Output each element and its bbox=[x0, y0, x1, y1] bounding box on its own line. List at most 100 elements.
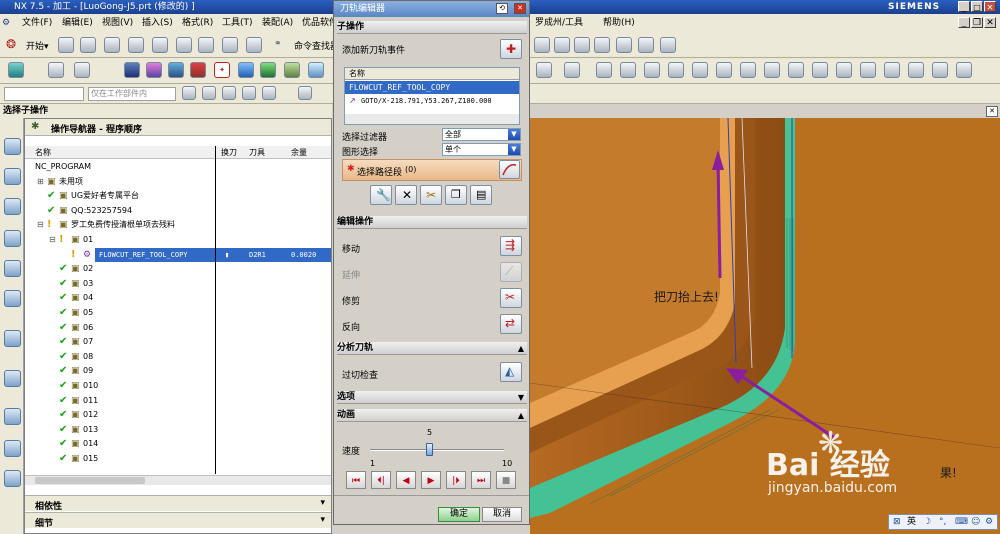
iso-view-icon[interactable] bbox=[788, 62, 804, 78]
play-backward-button[interactable]: ◀ bbox=[396, 471, 416, 489]
snap-point-icon[interactable] bbox=[202, 86, 216, 100]
menu-file[interactable]: 文件(F) bbox=[22, 14, 52, 32]
tree-row[interactable]: ✔ ▣ 04 bbox=[25, 291, 331, 306]
event-list-scrollbar[interactable] bbox=[345, 114, 519, 124]
tree-row[interactable]: ✔ ▣ 014 bbox=[25, 437, 331, 452]
menu-luo-tools[interactable]: 罗成州/工具 bbox=[535, 14, 583, 32]
layer-icon[interactable] bbox=[836, 62, 852, 78]
chevron-down-icon[interactable]: ▼ bbox=[508, 129, 520, 140]
assembly-navigator-icon[interactable] bbox=[4, 138, 21, 155]
ime-logo-icon[interactable]: ⊠ bbox=[893, 515, 901, 529]
tree-row[interactable]: ✔ ▣ 011 bbox=[25, 394, 331, 409]
tree-row[interactable]: ✔ ▣ 015 bbox=[25, 452, 331, 467]
show-hide-icon[interactable] bbox=[860, 62, 876, 78]
ime-settings-icon[interactable]: ⚙ bbox=[985, 515, 993, 529]
cut-icon[interactable] bbox=[152, 37, 168, 53]
menu-insert[interactable]: 插入(S) bbox=[142, 14, 173, 32]
expand-toggle-icon[interactable]: ⊟ bbox=[37, 218, 44, 233]
speed-slider[interactable] bbox=[370, 443, 504, 457]
new-file-icon[interactable] bbox=[58, 37, 74, 53]
tool-view-icon[interactable] bbox=[168, 62, 184, 78]
menu-view[interactable]: 视图(V) bbox=[102, 14, 133, 32]
top-view-icon[interactable] bbox=[716, 62, 732, 78]
tree-row[interactable]: ✔ ▣ 013 bbox=[25, 423, 331, 438]
tree-row[interactable]: ✔ ▣ 010 bbox=[25, 379, 331, 394]
event-list-item-goto[interactable]: GOTO/X-218.791,Y53.267,Z100.000 bbox=[345, 95, 519, 108]
first-frame-button[interactable]: ⏮ bbox=[346, 471, 366, 489]
chevron-down-icon[interactable]: ▾ bbox=[320, 498, 325, 508]
close-button[interactable]: ✕ bbox=[984, 1, 996, 12]
menu-help[interactable]: 帮助(H) bbox=[603, 14, 635, 32]
create-tool-icon[interactable] bbox=[74, 62, 90, 78]
tree-row[interactable]: ✔ ▣ 08 bbox=[25, 350, 331, 365]
trimetric-view-icon[interactable] bbox=[812, 62, 828, 78]
expand-toggle-icon[interactable]: ⊞ bbox=[37, 175, 44, 190]
details-section[interactable]: 细节 ▾ bbox=[25, 512, 331, 529]
tree-row[interactable]: ✔ ▣ UG爱好者专属平台 bbox=[25, 189, 331, 204]
web-browser-icon[interactable] bbox=[4, 330, 21, 347]
minimize-button[interactable]: _ bbox=[958, 1, 970, 12]
chevron-down-icon[interactable]: ▼ bbox=[508, 144, 520, 155]
maximize-button[interactable]: □ bbox=[971, 1, 983, 12]
step-forward-button[interactable]: |⏵ bbox=[446, 471, 466, 489]
play-forward-button[interactable]: ▶ bbox=[421, 471, 441, 489]
paste-icon[interactable] bbox=[198, 37, 214, 53]
animation-section-header[interactable]: 动画 ▲ bbox=[337, 409, 527, 422]
app-menu-icon[interactable]: ⚙ bbox=[2, 14, 10, 32]
chevron-down-icon[interactable]: ▾ bbox=[320, 515, 325, 525]
color-icon[interactable] bbox=[956, 62, 972, 78]
verify-icon[interactable] bbox=[260, 62, 276, 78]
tree-row[interactable]: NC_PROGRAM bbox=[25, 160, 331, 175]
col-tool-change[interactable]: 换刀 bbox=[221, 146, 237, 159]
doc-restore-button[interactable]: ❐ bbox=[971, 17, 983, 28]
event-list-item-operation[interactable]: FLOWCUT_REF_TOOL_COPY bbox=[345, 81, 519, 94]
analysis-section-header[interactable]: 分析刀轨 ▲ bbox=[337, 342, 527, 355]
measure-icon[interactable] bbox=[908, 62, 924, 78]
postprocess-icon[interactable] bbox=[308, 62, 324, 78]
extend-button[interactable]: ⟋ bbox=[500, 262, 522, 282]
snap-end-icon[interactable] bbox=[222, 86, 236, 100]
cut-event-icon[interactable]: ✂ bbox=[420, 185, 442, 205]
edit-section-header[interactable]: 编辑操作 bbox=[337, 216, 527, 229]
hide-icon[interactable] bbox=[884, 62, 900, 78]
ime-mode[interactable]: 英 bbox=[907, 515, 916, 529]
copy-icon[interactable] bbox=[176, 37, 192, 53]
graphic-select-dropdown[interactable]: 单个 ▼ bbox=[442, 143, 521, 156]
add-event-button[interactable]: ✚ bbox=[500, 39, 522, 59]
snap-mid-icon[interactable] bbox=[242, 86, 256, 100]
tree-row[interactable]: ✔ ▣ 06 bbox=[25, 321, 331, 336]
cam-setup-icon[interactable] bbox=[8, 62, 24, 78]
step-back-button[interactable]: ⏴| bbox=[371, 471, 391, 489]
horizontal-scrollbar[interactable] bbox=[25, 475, 331, 485]
last-frame-button[interactable]: ⏭ bbox=[471, 471, 491, 489]
machine-navigator-icon[interactable] bbox=[4, 290, 21, 307]
roles-icon[interactable] bbox=[4, 470, 21, 487]
gouge-check-button[interactable]: ◭ bbox=[500, 362, 522, 382]
constraint-navigator-icon[interactable] bbox=[4, 168, 21, 185]
print-icon[interactable] bbox=[128, 37, 144, 53]
trim-curve-icon[interactable] bbox=[616, 37, 632, 53]
scope-filter-dropdown[interactable]: 仅在工作部件内 bbox=[88, 87, 176, 101]
menu-format[interactable]: 格式(R) bbox=[182, 14, 213, 32]
reverse-button[interactable]: ⇄ bbox=[500, 314, 522, 334]
operation-navigator-icon[interactable] bbox=[4, 260, 21, 277]
sub-op-section-header[interactable]: 子操作 bbox=[337, 21, 527, 34]
snap-center-icon[interactable] bbox=[262, 86, 276, 100]
dependency-section[interactable]: 相依性 ▾ bbox=[25, 495, 331, 512]
ok-button[interactable]: 确定 bbox=[438, 507, 480, 522]
tree-row[interactable]: ✔ ▣ 03 bbox=[25, 277, 331, 292]
slider-thumb[interactable] bbox=[425, 443, 433, 456]
tree-row[interactable]: ✔ ▣ QQ:523257594 bbox=[25, 204, 331, 219]
trim-button[interactable]: ✂ bbox=[500, 288, 522, 308]
tree-row[interactable]: ✔ ▣ 012 bbox=[25, 408, 331, 423]
arc-icon[interactable] bbox=[554, 37, 570, 53]
cancel-button[interactable]: 取消 bbox=[482, 507, 522, 522]
copy-event-icon[interactable]: ❐ bbox=[445, 185, 467, 205]
tree-row[interactable]: ⊟! ▣ 罗工免费传授清根单项去残料 bbox=[25, 218, 331, 233]
create-program-icon[interactable] bbox=[48, 62, 64, 78]
chevron-up-icon[interactable]: ▲ bbox=[518, 409, 524, 422]
section-view-icon[interactable] bbox=[692, 62, 708, 78]
scroll-thumb[interactable] bbox=[35, 477, 145, 484]
dialog-close-button[interactable]: ✕ bbox=[514, 3, 526, 14]
ime-keyboard-icon[interactable]: ⌨ bbox=[955, 515, 968, 529]
